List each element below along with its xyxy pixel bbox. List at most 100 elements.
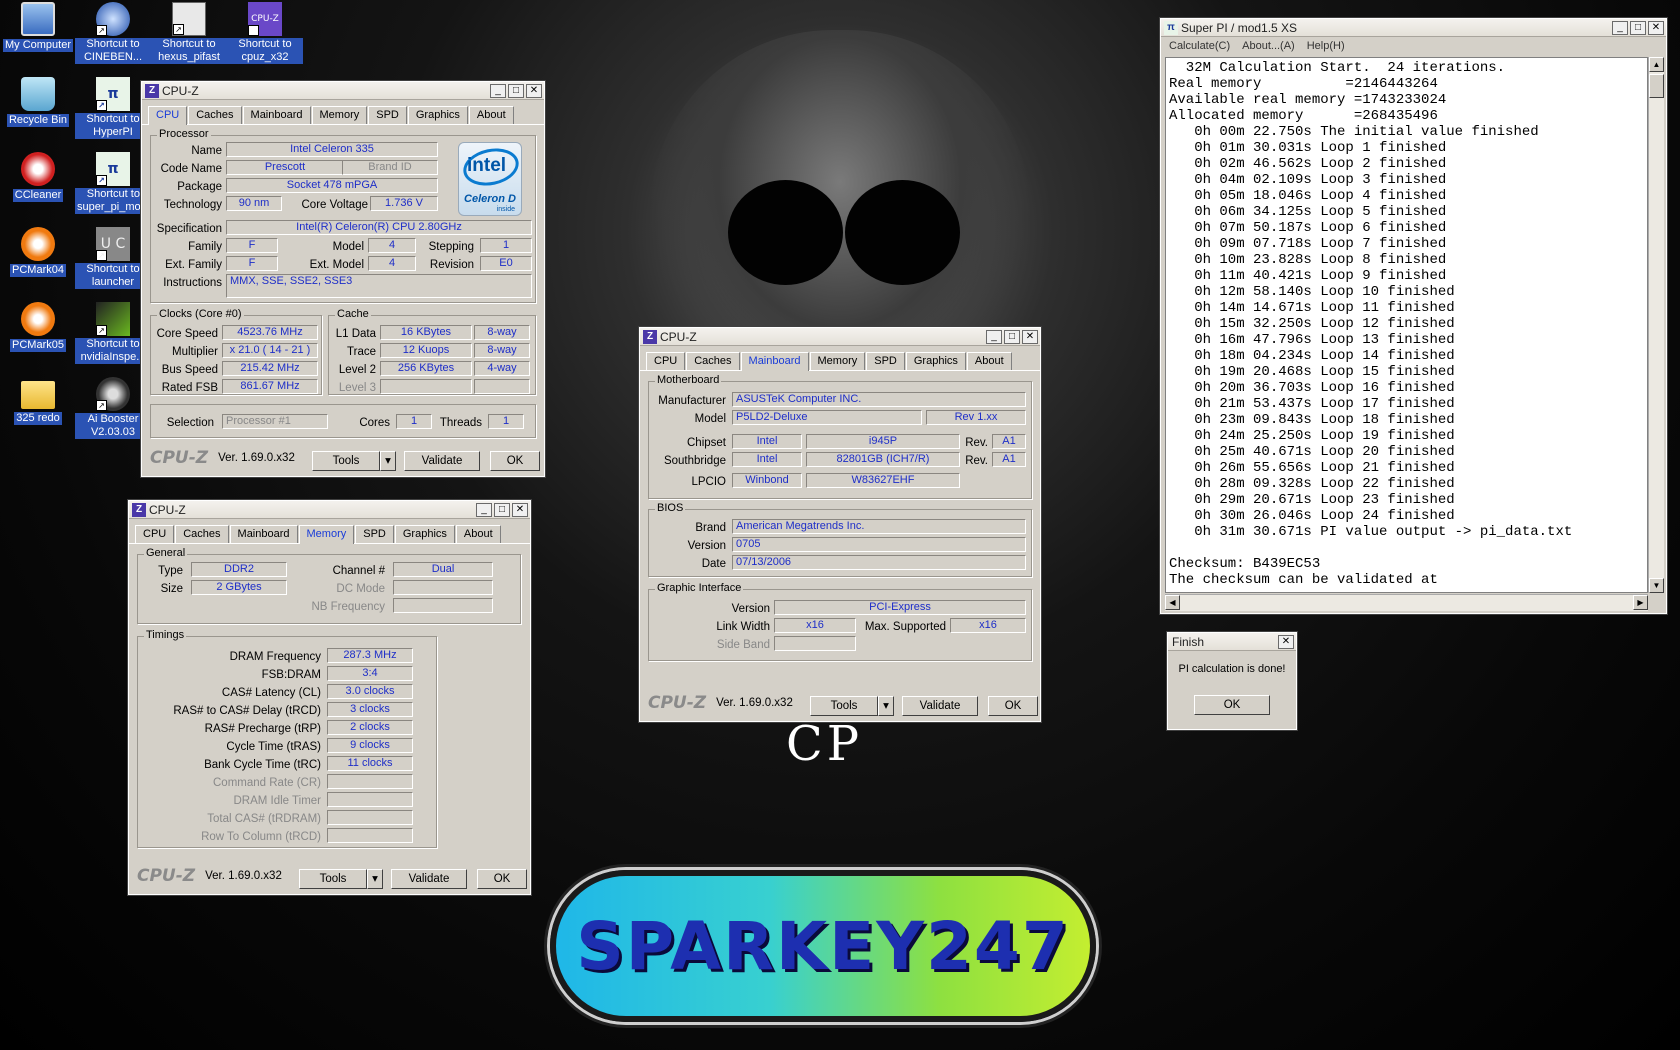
trace-value: 12 Kuops: [380, 343, 472, 358]
tab-spd[interactable]: SPD: [355, 525, 394, 543]
tools-dropdown-icon[interactable]: ▾: [367, 869, 383, 889]
desktop-icon-launcher[interactable]: U C ↗ Shortcut to launcher: [75, 227, 151, 289]
close-button[interactable]: ✕: [1022, 329, 1038, 344]
timing-value: [327, 774, 413, 789]
desktop-icon-pcmark04[interactable]: PCMark04: [0, 227, 76, 277]
title-bar[interactable]: Z CPU-Z _ □ ✕: [129, 501, 530, 519]
minimize-button[interactable]: _: [476, 502, 492, 517]
ok-button[interactable]: OK: [477, 869, 527, 889]
tab-caches[interactable]: Caches: [686, 352, 740, 370]
tab-caches[interactable]: Caches: [188, 106, 242, 124]
title-bar[interactable]: Z CPU-Z _ □ ✕: [142, 82, 544, 100]
tab-memory[interactable]: Memory: [809, 352, 866, 370]
tab-about[interactable]: About: [455, 525, 501, 543]
tab-graphics[interactable]: Graphics: [905, 352, 966, 370]
minimize-button[interactable]: _: [1612, 20, 1628, 35]
tools-button[interactable]: Tools: [299, 869, 367, 889]
log-line: 32M Calculation Start. 24 iterations.: [1169, 60, 1506, 76]
close-button[interactable]: ✕: [1648, 20, 1664, 35]
horizontal-scrollbar[interactable]: ◀ ▶: [1165, 594, 1648, 611]
title-bar[interactable]: Z CPU-Z _ □ ✕: [640, 328, 1040, 346]
maximize-button[interactable]: □: [494, 502, 510, 517]
validate-button[interactable]: Validate: [404, 451, 480, 471]
scroll-right-icon[interactable]: ▶: [1633, 595, 1648, 610]
title-bar[interactable]: π Super PI / mod1.5 XS _ □ ✕: [1161, 19, 1666, 37]
pcmark04-icon: [21, 227, 55, 261]
log-line: 0h 18m 04.234s Loop 14 finished: [1169, 348, 1455, 364]
tools-button[interactable]: Tools: [312, 451, 380, 471]
cores-label: Cores: [359, 417, 390, 429]
ok-button[interactable]: OK: [1194, 695, 1270, 715]
gi-version-value: PCI-Express: [774, 600, 1026, 615]
close-button[interactable]: ✕: [1278, 634, 1294, 649]
desktop-icon-ai-booster[interactable]: ↗ Ai Booster V2.03.03: [75, 377, 151, 439]
tools-dropdown-icon[interactable]: ▾: [878, 696, 894, 716]
desktop-icon-pcmark05[interactable]: PCMark05: [0, 302, 76, 352]
tab-memory[interactable]: Memory: [311, 106, 368, 124]
desktop-icon-recycle-bin[interactable]: Recycle Bin: [0, 77, 76, 127]
scroll-up-icon[interactable]: ▲: [1649, 57, 1664, 72]
tab-cpu[interactable]: CPU: [148, 106, 188, 125]
cpuz-logo: CPU-Z: [648, 693, 707, 713]
desktop-icon-my-computer[interactable]: My Computer: [0, 2, 76, 52]
tools-dropdown-icon[interactable]: ▾: [380, 451, 396, 471]
tab-graphics[interactable]: Graphics: [407, 106, 468, 124]
dc-mode-label: DC Mode: [336, 583, 385, 595]
validate-button[interactable]: Validate: [902, 696, 978, 716]
validate-button[interactable]: Validate: [391, 869, 467, 889]
codename-value: Prescott: [226, 160, 344, 175]
desktop-icon-325-redo[interactable]: 325 redo: [0, 377, 76, 425]
close-button[interactable]: ✕: [512, 502, 528, 517]
tools-button[interactable]: Tools: [810, 696, 878, 716]
level3-ways: [474, 379, 530, 394]
desktop-icon-cpuz[interactable]: CPU-Z ↗ Shortcut to cpuz_x32: [227, 2, 303, 64]
channel-label: Channel #: [332, 565, 385, 577]
minimize-button[interactable]: _: [986, 329, 1002, 344]
tab-memory[interactable]: Memory: [298, 525, 355, 544]
tab-mainboard[interactable]: Mainboard: [229, 525, 298, 543]
scroll-left-icon[interactable]: ◀: [1165, 595, 1180, 610]
tab-spd[interactable]: SPD: [866, 352, 905, 370]
tab-graphics[interactable]: Graphics: [394, 525, 455, 543]
menu-calculate[interactable]: Calculate(C): [1169, 40, 1230, 52]
tab-cpu[interactable]: CPU: [135, 525, 175, 543]
cpuz-memory-window: Z CPU-Z _ □ ✕ CPU Caches Mainboard Memory SPD Gr…: [127, 499, 532, 896]
tab-spd[interactable]: SPD: [368, 106, 407, 124]
maximize-button[interactable]: □: [1630, 20, 1646, 35]
ok-button[interactable]: OK: [490, 451, 540, 471]
tab-cpu[interactable]: CPU: [646, 352, 686, 370]
tab-about[interactable]: About: [966, 352, 1012, 370]
vertical-scrollbar[interactable]: ▲ ▼: [1648, 57, 1664, 593]
ok-button[interactable]: OK: [988, 696, 1038, 716]
tab-mainboard[interactable]: Mainboard: [242, 106, 311, 124]
close-button[interactable]: ✕: [526, 83, 542, 98]
bus-speed-label: Bus Speed: [161, 364, 218, 376]
maximize-button[interactable]: □: [508, 83, 524, 98]
title-bar[interactable]: Finish ✕: [1168, 633, 1296, 651]
pcmark05-icon: [21, 302, 55, 336]
cpuz-mainboard-window: Z CPU-Z _ □ ✕ CPU Caches Mainboard Memory SPD Gr…: [638, 326, 1042, 723]
revision-label: Revision: [429, 259, 474, 271]
tab-mainboard[interactable]: Mainboard: [740, 352, 809, 371]
tab-about[interactable]: About: [468, 106, 514, 124]
log-output[interactable]: 32M Calculation Start. 24 iterations. Rea…: [1165, 57, 1648, 593]
superpi-app-icon: π: [1164, 20, 1178, 35]
menu-help[interactable]: Help(H): [1307, 40, 1345, 52]
desktop-icon-ccleaner[interactable]: CCleaner: [0, 152, 76, 202]
scroll-down-icon[interactable]: ▼: [1649, 578, 1664, 593]
desktop-icon-hyperpi[interactable]: π ↗ Shortcut to HyperPI: [75, 77, 151, 139]
ext-model-value: 4: [368, 256, 416, 271]
log-line: 0h 07m 50.187s Loop 6 finished: [1169, 220, 1447, 236]
minimize-button[interactable]: _: [490, 83, 506, 98]
desktop-icon-nvidia-inspector[interactable]: ↗ Shortcut to nvidiaInspe...: [75, 302, 151, 364]
cpuz-logo: CPU-Z: [137, 866, 196, 886]
scroll-thumb[interactable]: [1649, 74, 1664, 98]
menu-about[interactable]: About...(A): [1242, 40, 1295, 52]
desktop-icon-cinebench[interactable]: ↗ Shortcut to CINEBEN...: [75, 2, 151, 64]
intel-celeron-d-logo: intel Celeron Dinside: [458, 142, 523, 216]
processor-select[interactable]: Processor #1: [222, 414, 328, 429]
desktop-icon-superpi[interactable]: π ↗ Shortcut to super_pi_mo...: [75, 152, 152, 214]
maximize-button[interactable]: □: [1004, 329, 1020, 344]
tab-caches[interactable]: Caches: [175, 525, 229, 543]
desktop-icon-pifast[interactable]: ↗ Shortcut to hexus_pifast: [151, 2, 227, 64]
